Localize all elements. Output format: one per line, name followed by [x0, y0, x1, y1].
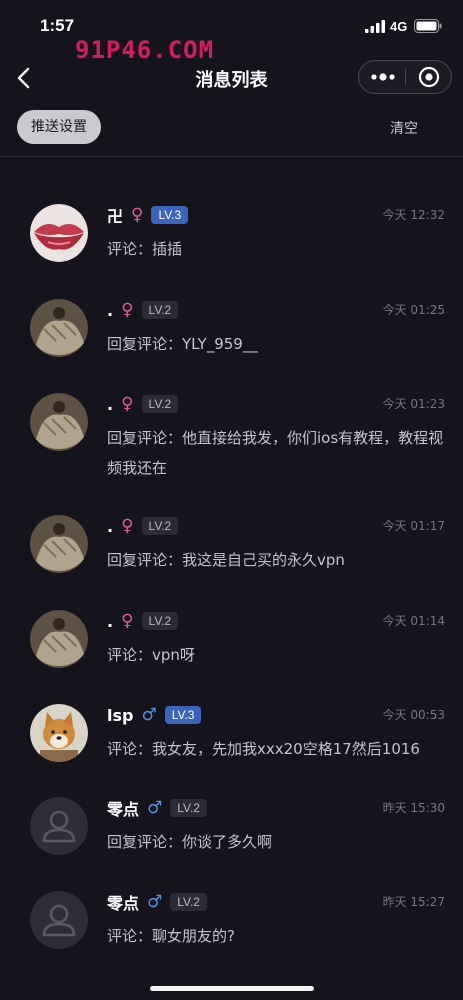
username[interactable]: .: [107, 395, 113, 414]
mini-program-capsule: [358, 60, 452, 94]
more-dots-icon[interactable]: [359, 61, 405, 93]
message-content: 回复评论：你谈了多久啊: [107, 833, 273, 851]
male-gender-icon: ♂: [147, 798, 163, 818]
close-target-icon[interactable]: [406, 61, 452, 93]
message-time: 今天 01:25: [382, 303, 445, 317]
default-user-avatar-icon: [30, 891, 88, 949]
name-row: 零点 ♂ LV.2: [107, 891, 207, 913]
toolbar: 推送设置 清空: [0, 108, 463, 157]
message-time: 昨天 15:30: [382, 801, 445, 815]
dog-avatar-image: [30, 704, 88, 762]
home-indicator[interactable]: [150, 986, 314, 991]
message-time: 今天 01:14: [382, 614, 445, 628]
name-row: . ♀ LV.2: [107, 299, 179, 321]
lips-avatar-image: [30, 204, 88, 262]
username[interactable]: 卍: [107, 203, 123, 227]
user-avatar[interactable]: [30, 515, 88, 573]
signal-icon: [365, 20, 385, 33]
message-item[interactable]: . ♀ LV.2 今天 01:17 回复评论：我这是自己买的永久vpn: [0, 515, 463, 595]
default-user-avatar-icon: [30, 797, 88, 855]
message-content: 回复评论：YLY_959__: [107, 335, 258, 353]
level-badge: LV.2: [170, 893, 207, 911]
photo-avatar-image: [30, 299, 88, 357]
level-badge: LV.2: [141, 612, 179, 630]
message-content: 回复评论：我这是自己买的永久vpn: [107, 551, 345, 569]
photo-avatar-image: [30, 610, 88, 668]
female-gender-icon: ♀: [121, 516, 134, 536]
message-item[interactable]: 卍 ♀ LV.3 今天 12:32 评论：插插: [0, 204, 463, 284]
user-avatar[interactable]: [30, 204, 88, 262]
user-avatar[interactable]: [30, 299, 88, 357]
status-bar: 1:57 91P46.COM 4G: [0, 0, 463, 64]
name-row: 零点 ♂ LV.2: [107, 797, 207, 819]
male-gender-icon: ♂: [147, 892, 163, 912]
level-badge: LV.3: [164, 706, 202, 724]
message-time: 昨天 15:27: [382, 895, 445, 909]
message-content: 回复评论：他直接给我发，你们ios有教程，教程视频我还在: [107, 429, 444, 477]
photo-avatar-image: [30, 393, 88, 451]
nav-bar: 消息列表: [0, 48, 463, 108]
name-row: 卍 ♀ LV.3: [107, 203, 189, 227]
photo-avatar-image: [30, 515, 88, 573]
message-time: 今天 01:23: [382, 397, 445, 411]
message-time: 今天 01:17: [382, 519, 445, 533]
name-row: . ♀ LV.2: [107, 393, 179, 415]
level-badge: LV.3: [151, 206, 189, 224]
female-gender-icon: ♀: [131, 205, 144, 225]
female-gender-icon: ♀: [121, 611, 134, 631]
username[interactable]: .: [107, 517, 113, 536]
message-item[interactable]: . ♀ LV.2 今天 01:14 评论：vpn呀: [0, 610, 463, 690]
message-content: 评论：插插: [107, 240, 183, 258]
level-badge: LV.2: [141, 301, 179, 319]
user-avatar[interactable]: [30, 704, 88, 762]
name-row: lsp ♂ LV.3: [107, 704, 202, 726]
message-item[interactable]: 零点 ♂ LV.2 昨天 15:27 评论：聊女朋友的?: [0, 891, 463, 971]
message-item[interactable]: . ♀ LV.2 今天 01:23 回复评论：他直接给我发，你们ios有教程，教…: [0, 393, 463, 493]
username[interactable]: .: [107, 612, 113, 631]
clear-button[interactable]: 清空: [390, 118, 418, 138]
message-content: 评论：聊女朋友的?: [107, 927, 235, 945]
female-gender-icon: ♀: [121, 394, 134, 414]
female-gender-icon: ♀: [121, 300, 134, 320]
level-badge: LV.2: [170, 799, 207, 817]
battery-icon: [414, 19, 442, 33]
status-time: 1:57: [40, 16, 75, 35]
message-item[interactable]: 零点 ♂ LV.2 昨天 15:30 回复评论：你谈了多久啊: [0, 797, 463, 877]
user-avatar[interactable]: [30, 610, 88, 668]
network-type: 4G: [390, 19, 408, 34]
name-row: . ♀ LV.2: [107, 515, 179, 537]
user-avatar[interactable]: [30, 891, 88, 949]
level-badge: LV.2: [141, 395, 179, 413]
username[interactable]: lsp: [107, 706, 133, 725]
message-content: 评论：我女友，先加我xxx20空格17然后1016: [107, 740, 420, 758]
user-avatar[interactable]: [30, 797, 88, 855]
message-content: 评论：vpn呀: [107, 646, 195, 664]
name-row: . ♀ LV.2: [107, 610, 179, 632]
message-time: 今天 00:53: [382, 708, 445, 722]
username[interactable]: 零点: [107, 796, 139, 820]
male-gender-icon: ♂: [141, 705, 157, 725]
message-item[interactable]: . ♀ LV.2 今天 01:25 回复评论：YLY_959__: [0, 299, 463, 379]
username[interactable]: 零点: [107, 890, 139, 914]
push-settings-button[interactable]: 推送设置: [17, 110, 101, 144]
user-avatar[interactable]: [30, 393, 88, 451]
message-item[interactable]: lsp ♂ LV.3 今天 00:53 评论：我女友，先加我xxx20空格17然…: [0, 704, 463, 784]
level-badge: LV.2: [141, 517, 179, 535]
username[interactable]: .: [107, 301, 113, 320]
message-time: 今天 12:32: [382, 208, 445, 222]
